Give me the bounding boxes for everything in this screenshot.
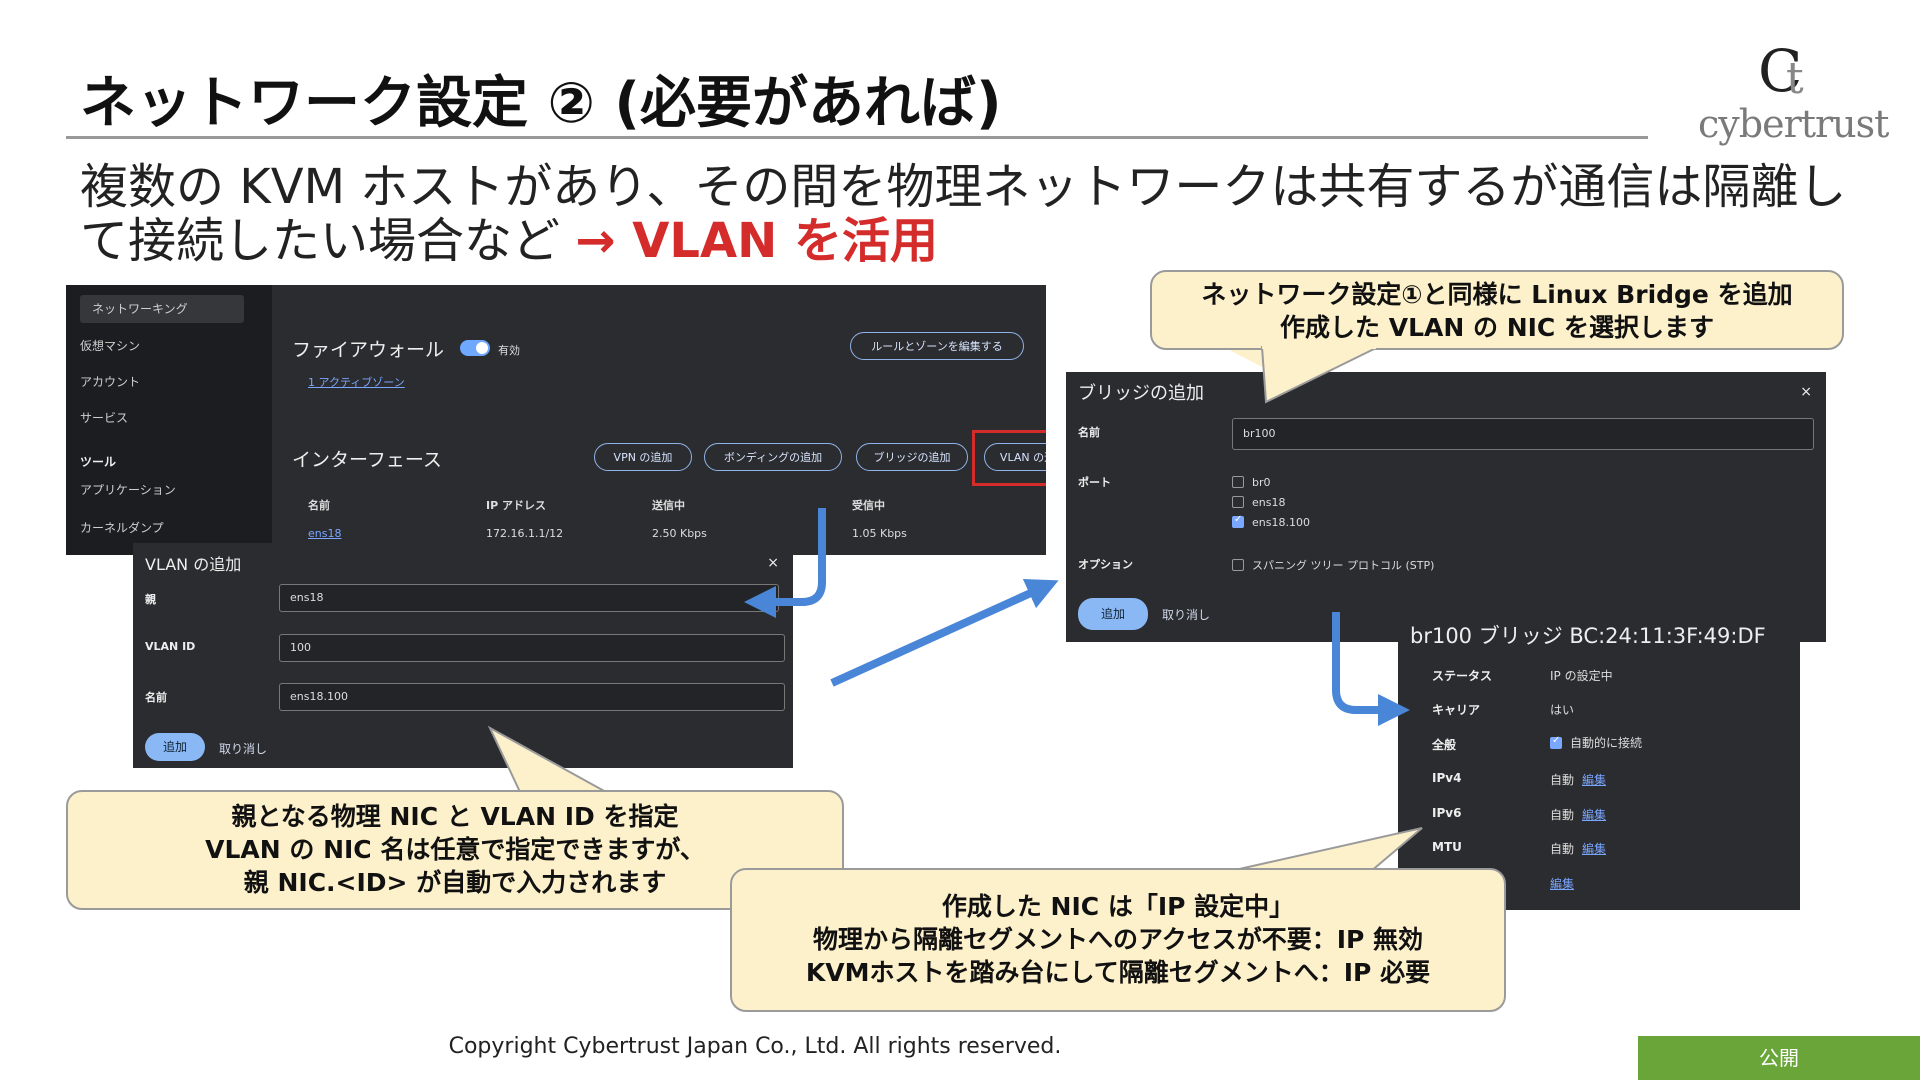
callout-text-line: 親となる物理 NIC と VLAN ID を指定 xyxy=(231,802,679,831)
callout-text-line: 親 NIC.<ID> が自動で入力されます xyxy=(243,868,667,897)
copyright-footer: Copyright Cybertrust Japan Co., Ltd. All… xyxy=(448,1034,1062,1059)
callout-text-line: VLAN の NIC 名は任意で指定できますが、 xyxy=(205,835,705,864)
callout-text-line: KVMホストを踏み台にして隔離セグメントへ：IP 必要 xyxy=(805,958,1431,987)
callout-text-line: 作成した NIC は「IP 設定中」 xyxy=(941,892,1295,921)
callout-ip-setting: 作成した NIC は「IP 設定中」 物理から隔離セグメントへのアクセスが不要：… xyxy=(730,868,1506,1012)
classification-badge: 公開 xyxy=(1638,1036,1920,1080)
callout-vlan-parent: 親となる物理 NIC と VLAN ID を指定 VLAN の NIC 名は任意… xyxy=(66,790,844,910)
callout-text-line: 物理から隔離セグメントへのアクセスが不要：IP 無効 xyxy=(812,925,1424,954)
